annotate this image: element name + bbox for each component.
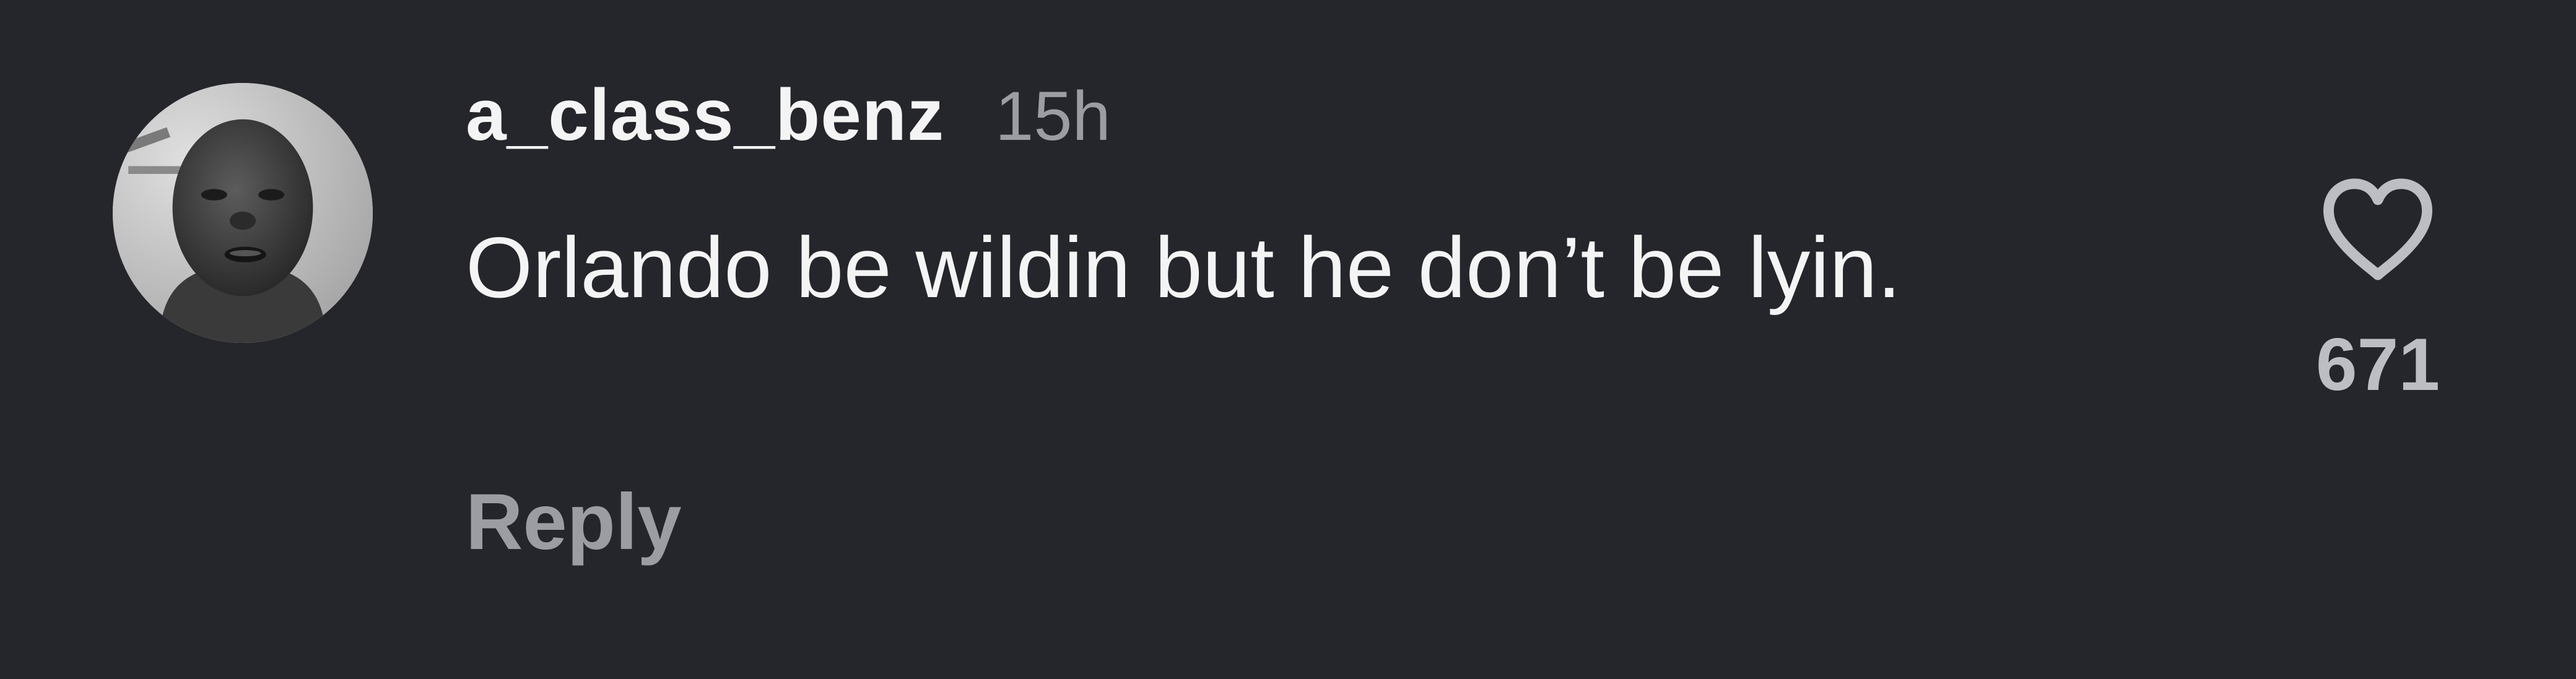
like-count: 671 <box>2315 323 2440 406</box>
reply-button[interactable]: Reply <box>466 477 682 568</box>
avatar[interactable] <box>113 83 373 343</box>
comment-text: Orlando be wildin but he don’t be lyin. <box>466 220 1902 316</box>
comment-item: a_class_benz 15h Orlando be wildin but h… <box>0 0 2576 679</box>
username[interactable]: a_class_benz <box>466 73 944 157</box>
user-avatar-photo-icon <box>113 83 373 343</box>
heart-outline-icon <box>2323 178 2432 280</box>
like-button[interactable] <box>2316 176 2440 285</box>
timestamp: 15h <box>994 77 1111 155</box>
comment-header: a_class_benz 15h <box>466 73 1111 166</box>
